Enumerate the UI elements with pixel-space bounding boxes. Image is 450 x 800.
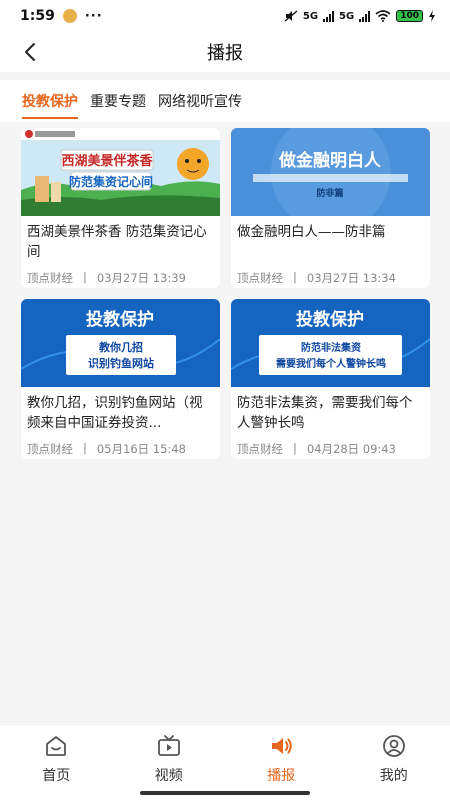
card-title: 教你几招，识别钓鱼网站（视频来自中国证券投资... <box>27 395 203 431</box>
card-title: 做金融明白人——防非篇 <box>237 224 386 240</box>
thumb-text: 投教保护 <box>296 309 364 330</box>
nav-video[interactable]: 视频 <box>113 725 226 800</box>
mute-icon <box>284 10 298 22</box>
meta-separator: | <box>293 441 297 455</box>
signal-icon-2 <box>359 10 371 22</box>
card-source: 顶点财经 <box>27 442 73 456</box>
status-left: 1:59 ··· <box>20 8 103 24</box>
tab-bar: 投教保护 重要专题 网络视听宣传 <box>0 80 450 122</box>
tab-investor-education[interactable]: 投教保护 <box>22 85 78 119</box>
charging-icon <box>429 10 435 22</box>
nav-home[interactable]: 首页 <box>0 725 113 800</box>
card-thumbnail: 投教保护 教你几招 识别钓鱼网站 <box>21 299 220 387</box>
card-meta: 顶点财经 | 04月28日 09:43 <box>237 441 424 457</box>
app-notification-icon <box>62 9 77 23</box>
tab-online-media[interactable]: 网络视听宣传 <box>158 85 242 117</box>
nav-broadcast[interactable]: 播报 <box>225 725 338 800</box>
thumb-text: 防范非法集资 <box>301 341 361 354</box>
more-notifications-icon: ··· <box>84 8 103 24</box>
home-icon <box>46 736 67 756</box>
card-source: 顶点财经 <box>27 271 73 285</box>
news-card[interactable]: 投教保护 教你几招 识别钓鱼网站 教你几招，识别钓鱼网站（视频来自中国证券投资.… <box>21 299 220 459</box>
card-title: 防范非法集资，需要我们每个人警钟长鸣 <box>237 395 413 431</box>
card-source: 顶点财经 <box>237 442 283 456</box>
card-meta: 顶点财经 | 05月16日 15:48 <box>27 441 214 457</box>
card-body: 做金融明白人——防非篇 顶点财经 | 03月27日 13:34 <box>231 216 430 286</box>
news-card[interactable]: 投教保护 防范非法集资 需要我们每个人警钟长鸣 防范非法集资，需要我们每个人警钟… <box>231 299 430 459</box>
meta-separator: | <box>83 270 87 284</box>
card-date: 03月27日 13:34 <box>306 271 396 285</box>
tab-important-topics[interactable]: 重要专题 <box>90 85 146 117</box>
status-bar: 1:59 ··· 5G 5G 100 <box>0 0 450 32</box>
thumb-text: 需要我们每个人警钟长鸣 <box>276 357 386 370</box>
speaker-icon <box>272 738 292 754</box>
network-label-2: 5G <box>339 10 355 22</box>
nav-label: 视频 <box>154 768 183 784</box>
card-date: 03月27日 13:39 <box>96 271 186 285</box>
card-body: 西湖美景伴茶香 防范集资记心间 顶点财经 | 03月27日 13:39 <box>21 216 220 286</box>
thumb-text: 做金融明白人 <box>278 150 382 171</box>
card-meta: 顶点财经 | 03月27日 13:34 <box>237 270 424 286</box>
news-card[interactable]: 做金融明白人 防非篇 做金融明白人——防非篇 顶点财经 | 03月27日 13:… <box>231 128 430 288</box>
news-card[interactable]: 西湖美景伴茶香 防范集资记心间 西湖美景伴茶香 防范集资记心间 顶点财经 | 0… <box>21 128 220 288</box>
thumb-text: 投教保护 <box>86 309 154 330</box>
signal-icon-1 <box>323 10 335 22</box>
bottom-nav: 首页 视频 播报 我的 <box>0 724 450 800</box>
meta-separator: | <box>83 441 87 455</box>
card-body: 教你几招，识别钓鱼网站（视频来自中国证券投资... 顶点财经 | 05月16日 … <box>21 387 220 457</box>
battery-icon: 100 <box>396 10 423 22</box>
nav-label: 播报 <box>267 768 296 784</box>
thumb-text: 教你几招 <box>98 340 143 354</box>
divider <box>0 72 450 80</box>
thumb-text: 识别钓鱼网站 <box>88 356 154 370</box>
thumb-text: 防范集资记心间 <box>69 174 153 189</box>
nav-profile[interactable]: 我的 <box>338 725 450 800</box>
page-title: 播报 <box>207 43 243 64</box>
card-source: 顶点财经 <box>237 271 283 285</box>
card-title: 西湖美景伴茶香 防范集资记心间 <box>27 224 207 260</box>
card-body: 防范非法集资，需要我们每个人警钟长鸣 顶点财经 | 04月28日 09:43 <box>231 387 430 457</box>
header: 播报 <box>0 32 450 72</box>
wifi-icon <box>375 10 391 22</box>
home-indicator[interactable] <box>140 791 310 795</box>
card-meta: 顶点财经 | 03月27日 13:39 <box>27 270 214 286</box>
card-thumbnail: 投教保护 防范非法集资 需要我们每个人警钟长鸣 <box>231 299 430 387</box>
status-time: 1:59 <box>20 8 55 24</box>
content-area: 西湖美景伴茶香 防范集资记心间 西湖美景伴茶香 防范集资记心间 顶点财经 | 0… <box>0 122 450 459</box>
chevron-left-icon[interactable] <box>20 41 42 63</box>
meta-separator: | <box>293 270 297 284</box>
card-thumbnail: 做金融明白人 防非篇 <box>231 128 430 216</box>
thumb-text: 西湖美景伴茶香 <box>61 153 153 169</box>
user-icon <box>382 735 405 757</box>
tv-icon <box>157 735 180 756</box>
nav-label: 首页 <box>42 768 71 784</box>
card-thumbnail: 西湖美景伴茶香 防范集资记心间 <box>21 128 220 216</box>
card-date: 05月16日 15:48 <box>96 442 186 456</box>
thumb-text: 防非篇 <box>316 187 343 199</box>
status-right: 5G 5G 100 <box>284 10 436 22</box>
card-grid: 西湖美景伴茶香 防范集资记心间 西湖美景伴茶香 防范集资记心间 顶点财经 | 0… <box>21 128 430 459</box>
card-date: 04月28日 09:43 <box>306 442 396 456</box>
network-label-1: 5G <box>302 10 319 22</box>
nav-label: 我的 <box>379 768 408 784</box>
